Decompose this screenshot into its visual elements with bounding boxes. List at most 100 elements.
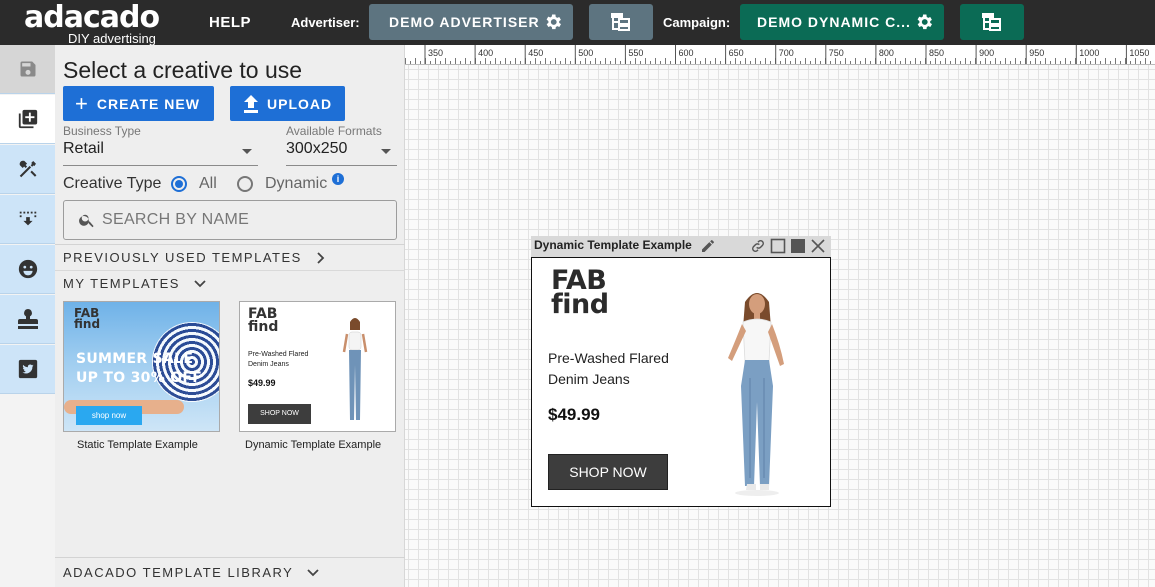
ruler-label: 700 (779, 48, 794, 58)
campaign-label: Campaign: (663, 15, 731, 30)
search-input[interactable] (102, 209, 382, 231)
model-image (342, 318, 368, 420)
thumbnail-shop-button: SHOP NOW (248, 404, 311, 424)
ad-shop-now-button[interactable]: SHOP NOW (548, 454, 668, 490)
previously-used-templates-toggle[interactable]: PREVIOUSLY USED TEMPLATES (55, 244, 405, 270)
create-new-button[interactable]: + CREATE NEW (63, 86, 214, 121)
add-creative-icon (18, 109, 37, 129)
ruler-label: 350 (428, 48, 443, 58)
tools-icon (19, 160, 36, 178)
template-library-toggle[interactable]: ADACADO TEMPLATE LIBRARY (55, 557, 405, 587)
template-library-label: ADACADO TEMPLATE LIBRARY (63, 565, 294, 580)
ad-price: $49.99 (548, 405, 600, 424)
chevron-down-icon (307, 568, 319, 576)
save-icon (20, 61, 35, 77)
rail-stamp[interactable] (0, 295, 55, 344)
radio-dynamic-label[interactable]: Dynamic (265, 175, 327, 193)
campaign-tree-button[interactable] (960, 4, 1024, 40)
logo-text: adacado (24, 0, 160, 35)
logo-wordmark: adacado (24, 0, 855, 509)
rail-save[interactable] (0, 45, 55, 94)
hierarchy-icon (982, 13, 1001, 31)
ruler-ticks: 350 400 450 500 550 600 650 700 750 800 850 900 950 1… (405, 45, 1151, 64)
advertiser-tree-button[interactable] (589, 4, 653, 40)
template-thumbnail-static[interactable]: FAB find SUMMER SALE UP TO 30% OFF shop no… (63, 301, 220, 432)
caret-down-icon (381, 149, 391, 154)
thumbnail-headline: SUMMER SALE UP TO 30% OFF (76, 351, 203, 386)
chevron-down-icon (194, 279, 206, 287)
radio-all[interactable] (171, 176, 187, 192)
ruler-label: 500 (578, 48, 593, 58)
twitter-icon (18, 359, 37, 379)
ad-product-name: Pre-Washed Flared Denim Jeans (548, 350, 669, 387)
help-link[interactable]: HELP (209, 14, 251, 31)
rail-download[interactable] (0, 195, 55, 244)
campaign-name: DEMO DYNAMIC C... (757, 14, 911, 30)
advertiser-button[interactable]: DEMO ADVERTISER (369, 4, 573, 40)
rail-emoji[interactable] (0, 245, 55, 294)
ruler-label: 400 (478, 48, 493, 58)
thumbnail-price: $49.99 (248, 378, 276, 388)
upload-button[interactable]: UPLOAD (230, 86, 345, 121)
widget-toolbar[interactable]: Dynamic Template Example (531, 236, 831, 257)
ruler-label: 800 (879, 48, 894, 58)
logo-tagline: DIY advertising (68, 31, 156, 46)
rail-add-creative[interactable] (0, 95, 55, 144)
my-templates-label: MY TEMPLATES (63, 276, 180, 291)
close-icon[interactable] (810, 238, 826, 254)
adacado-logo[interactable]: adacado DIY advertising (24, 0, 855, 509)
plus-icon: + (75, 90, 89, 116)
top-bar: adacado DIY advertising HELP Advertiser:… (0, 0, 1155, 509)
gear-icon[interactable] (914, 12, 934, 32)
rail-tools[interactable] (0, 145, 55, 194)
business-type-label: Business Type (63, 124, 141, 138)
template-thumbnail-dynamic[interactable]: FAB find Pre-Washed Flared Denim Jeans $4… (239, 301, 396, 432)
link-icon[interactable] (750, 238, 766, 254)
available-formats-select[interactable]: 300x250 (286, 140, 397, 166)
thumbnail-product-text: Pre-Washed Flared Denim Jeans (248, 351, 309, 368)
info-icon[interactable]: i (332, 173, 344, 185)
ruler-label: 950 (1029, 48, 1044, 58)
template-caption-static: Static Template Example (77, 439, 198, 451)
my-templates-toggle[interactable]: MY TEMPLATES (55, 270, 405, 296)
creative-panel: Select a creative to use + CREATE NEW UP… (55, 45, 405, 587)
ruler-label: 1000 (1079, 48, 1099, 58)
advertiser-label: Advertiser: (291, 15, 360, 30)
radio-all-label[interactable]: All (199, 175, 217, 193)
create-new-label: CREATE NEW (96, 95, 200, 112)
ruler-label: 1050 (1129, 48, 1149, 58)
model-image (728, 293, 784, 496)
available-formats-value: 300x250 (286, 140, 348, 157)
thumbnail-logo: FAB find (74, 306, 101, 331)
business-type-value: Retail (63, 140, 104, 157)
ruler-label: 750 (829, 48, 844, 58)
widget-title: Dynamic Template Example (534, 238, 692, 252)
outline-square-icon[interactable] (770, 238, 786, 254)
ruler-label: 850 (929, 48, 944, 58)
ruler-label: 450 (528, 48, 543, 58)
upload-label: UPLOAD (267, 95, 333, 112)
tool-rail (0, 45, 55, 587)
campaign-button[interactable]: DEMO DYNAMIC C... (740, 4, 944, 40)
upload-icon (244, 94, 258, 113)
radio-dynamic[interactable] (237, 176, 253, 192)
thumbnail-shop-button: shop now (76, 406, 142, 425)
search-box (63, 200, 397, 240)
advertiser-name: DEMO ADVERTISER (389, 14, 540, 30)
rail-twitter[interactable] (0, 345, 55, 394)
previously-used-label: PREVIOUSLY USED TEMPLATES (63, 250, 302, 265)
ruler-label: 900 (979, 48, 994, 58)
available-formats-label: Available Formats (286, 124, 382, 138)
emoji-icon (18, 259, 37, 279)
ruler-label: 650 (729, 48, 744, 58)
creative-type-label: Creative Type (63, 175, 162, 192)
business-type-select[interactable]: Retail (63, 140, 258, 166)
download-icon (19, 211, 36, 226)
pencil-icon[interactable] (700, 238, 716, 254)
gear-icon[interactable] (543, 12, 563, 32)
fabfind-logo: FAB find (551, 265, 609, 320)
caret-down-icon (242, 149, 252, 154)
ad-preview-300x250[interactable]: FAB find Pre-Washed Flared Denim Jeans $… (531, 257, 831, 507)
hierarchy-icon (611, 13, 630, 31)
filled-square-icon[interactable] (790, 238, 806, 254)
